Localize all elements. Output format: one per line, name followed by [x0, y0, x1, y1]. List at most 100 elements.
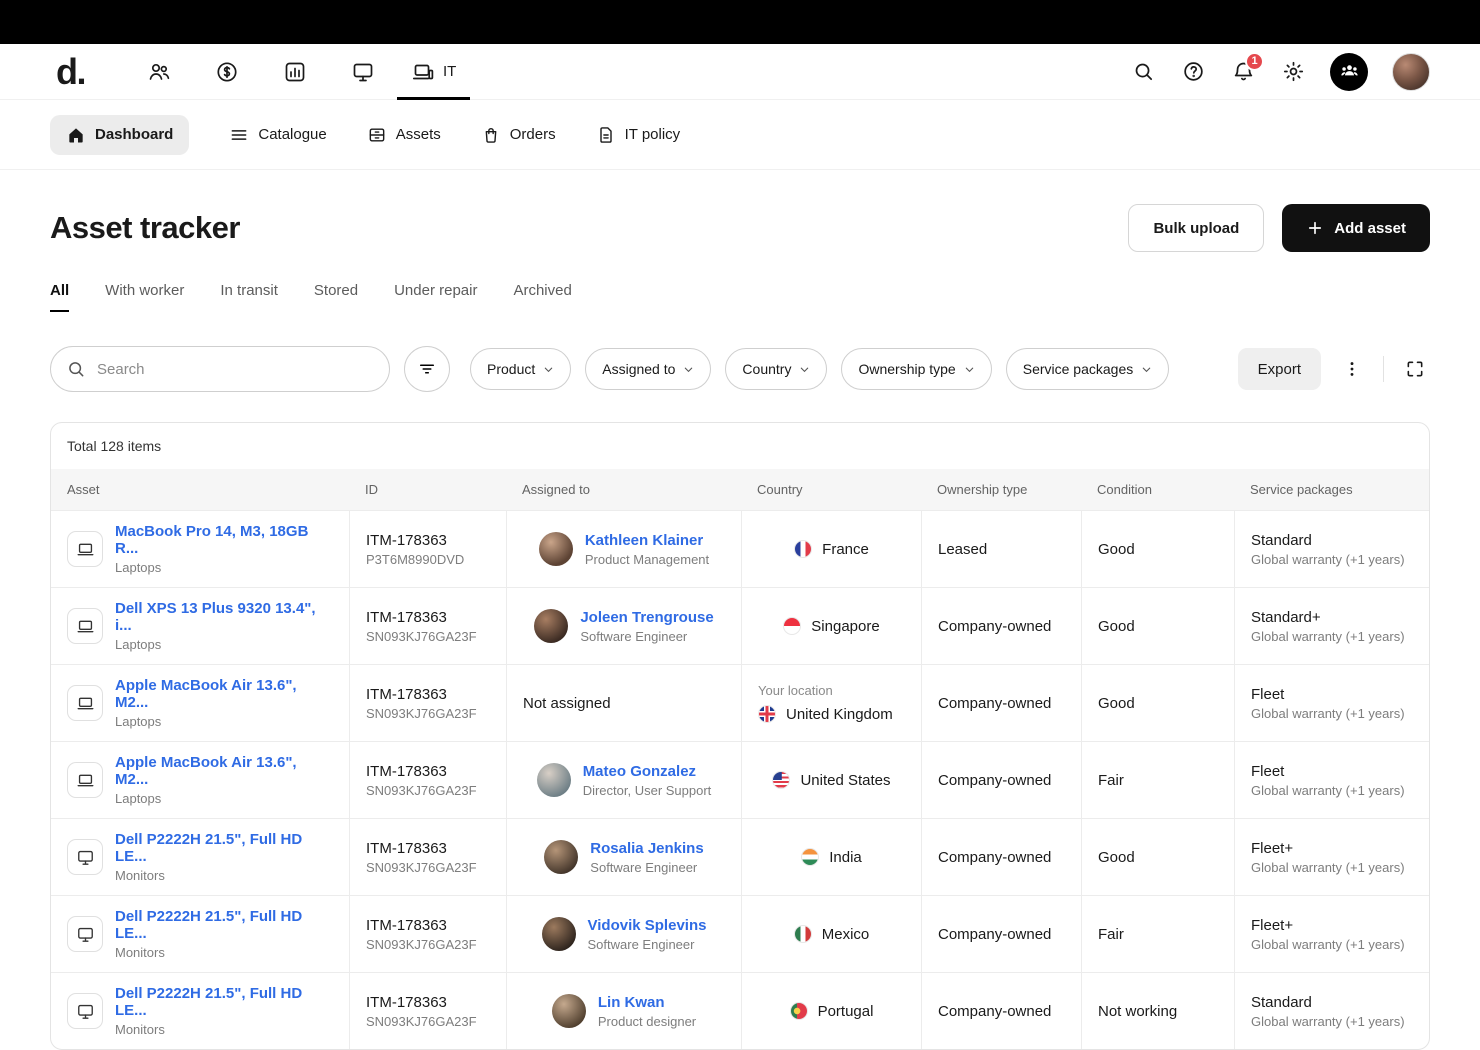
asset-id: ITM-178363 [366, 609, 490, 626]
notification-badge: 1 [1245, 52, 1264, 71]
asset-name-link[interactable]: Apple MacBook Air 13.6", M2... [115, 677, 297, 711]
asset-name-link[interactable]: Dell P2222H 21.5", Full HD LE... [115, 831, 302, 865]
column-header-asset: Asset [51, 469, 349, 510]
flag-india-icon [801, 848, 819, 866]
main-nav: IT [125, 44, 470, 99]
filter-button[interactable] [404, 346, 450, 392]
filter-icon [417, 359, 437, 379]
table-row[interactable]: Apple MacBook Air 13.6", M2... Laptops IT… [51, 664, 1429, 741]
asset-category: Laptops [115, 714, 333, 729]
country-name: India [829, 849, 862, 866]
service-package: Standard+ [1251, 609, 1415, 626]
assignee-avatar [537, 763, 571, 797]
asset-table: Total 128 items Asset ID Assigned to Cou… [50, 422, 1430, 1050]
asset-id: ITM-178363 [366, 994, 490, 1011]
assignee-name-link[interactable]: Joleen Trengrouse [580, 609, 713, 626]
menu-icon [229, 125, 249, 145]
flag-portugal-icon [790, 1002, 808, 1020]
more-options-kebab-icon[interactable] [1337, 354, 1367, 384]
subnav-item-orders[interactable]: Orders [481, 125, 556, 145]
subnav-item-dashboard[interactable]: Dashboard [50, 115, 189, 155]
product-dropdown[interactable]: Product [470, 348, 571, 390]
assignee-name-link[interactable]: Lin Kwan [598, 994, 665, 1011]
search-input[interactable] [50, 346, 390, 392]
assignee-avatar [534, 609, 568, 643]
add-asset-button[interactable]: Add asset [1282, 204, 1430, 252]
tab-under-repair[interactable]: Under repair [394, 282, 477, 312]
monitor-icon [67, 839, 103, 875]
country-name: France [822, 541, 869, 558]
assignee-name-link[interactable]: Vidovik Splevins [588, 917, 707, 934]
asset-id: ITM-178363 [366, 917, 490, 934]
asset-name-link[interactable]: MacBook Pro 14, M3, 18GB R... [115, 523, 308, 557]
column-header-id: ID [349, 469, 506, 510]
service-package: Fleet [1251, 763, 1415, 780]
fullscreen-icon[interactable] [1400, 354, 1430, 384]
ownership-type: Company-owned [921, 896, 1081, 972]
ownership-type: Company-owned [921, 588, 1081, 664]
service-packages-dropdown[interactable]: Service packages [1006, 348, 1170, 390]
table-row[interactable]: Apple MacBook Air 13.6", M2...Laptops IT… [51, 741, 1429, 818]
assigned-to-dropdown[interactable]: Assigned to [585, 348, 711, 390]
help-icon[interactable] [1180, 59, 1206, 85]
flag-united-kingdom-icon [758, 705, 776, 723]
team-directory-icon[interactable] [1330, 53, 1368, 91]
monitor-nav-icon[interactable] [350, 59, 376, 85]
brand-logo[interactable]: d. [56, 54, 85, 90]
asset-name-link[interactable]: Dell P2222H 21.5", Full HD LE... [115, 908, 302, 942]
settings-gear-icon[interactable] [1280, 59, 1306, 85]
laptop-icon [67, 608, 103, 644]
assignee-name-link[interactable]: Mateo Gonzalez [583, 763, 696, 780]
laptop-icon [67, 762, 103, 798]
export-button[interactable]: Export [1238, 348, 1321, 390]
asset-name-link[interactable]: Dell P2222H 21.5", Full HD LE... [115, 985, 302, 1019]
reports-nav-icon[interactable] [282, 59, 308, 85]
asset-category: Monitors [115, 1022, 333, 1037]
home-icon [66, 125, 86, 145]
page-content: Asset tracker Bulk upload Add asset All … [0, 204, 1480, 1050]
table-row[interactable]: Dell XPS 13 Plus 9320 13.4", i... Laptops… [51, 587, 1429, 664]
flag-united-states-icon [772, 771, 790, 789]
flag-singapore-icon [783, 617, 801, 635]
chevron-down-icon [683, 364, 694, 375]
it-nav-tab-active[interactable]: IT [397, 44, 470, 99]
flag-mexico-icon [794, 925, 812, 943]
people-nav-icon[interactable] [146, 59, 172, 85]
asset-name-link[interactable]: Dell XPS 13 Plus 9320 13.4", i... [115, 600, 316, 634]
search-icon[interactable] [1130, 59, 1156, 85]
service-package: Fleet+ [1251, 840, 1415, 857]
ownership-type-dropdown[interactable]: Ownership type [841, 348, 991, 390]
bulk-upload-button[interactable]: Bulk upload [1128, 204, 1264, 252]
asset-category: Laptops [115, 560, 333, 575]
tab-in-transit[interactable]: In transit [220, 282, 278, 312]
subnav-item-catalogue[interactable]: Catalogue [229, 125, 326, 145]
subnav-item-assets[interactable]: Assets [367, 125, 441, 145]
assignee-name-link[interactable]: Rosalia Jenkins [590, 840, 703, 857]
service-package: Standard [1251, 994, 1415, 1011]
subnav-item-it-policy[interactable]: IT policy [596, 125, 681, 145]
tab-archived[interactable]: Archived [513, 282, 571, 312]
asset-id: ITM-178363 [366, 686, 490, 703]
tab-stored[interactable]: Stored [314, 282, 358, 312]
asset-category: Laptops [115, 637, 333, 652]
country-dropdown[interactable]: Country [725, 348, 827, 390]
user-avatar[interactable] [1392, 53, 1430, 91]
page-title: Asset tracker [50, 210, 240, 246]
laptop-icon [67, 531, 103, 567]
country-name: Mexico [822, 926, 870, 943]
laptop-icon [67, 685, 103, 721]
assignee-name-link[interactable]: Kathleen Klainer [585, 532, 703, 549]
tab-with-worker[interactable]: With worker [105, 282, 184, 312]
ownership-type: Company-owned [921, 665, 1081, 741]
column-header-service-packages: Service packages [1234, 469, 1430, 510]
table-row[interactable]: Dell P2222H 21.5", Full HD LE... Monitors… [51, 972, 1429, 1049]
table-row[interactable]: Dell P2222H 21.5", Full HD LE... Monitors… [51, 895, 1429, 972]
table-row[interactable]: MacBook Pro 14, M3, 18GB R...Laptops ITM… [51, 510, 1429, 587]
asset-name-link[interactable]: Apple MacBook Air 13.6", M2... [115, 754, 297, 788]
table-row[interactable]: Dell P2222H 21.5", Full HD LE...Monitors… [51, 818, 1429, 895]
tab-all[interactable]: All [50, 282, 69, 312]
asset-category: Monitors [115, 945, 333, 960]
assignee-role: Product Management [585, 552, 709, 567]
finance-nav-icon[interactable] [214, 59, 240, 85]
notifications-bell-icon[interactable]: 1 [1230, 59, 1256, 85]
